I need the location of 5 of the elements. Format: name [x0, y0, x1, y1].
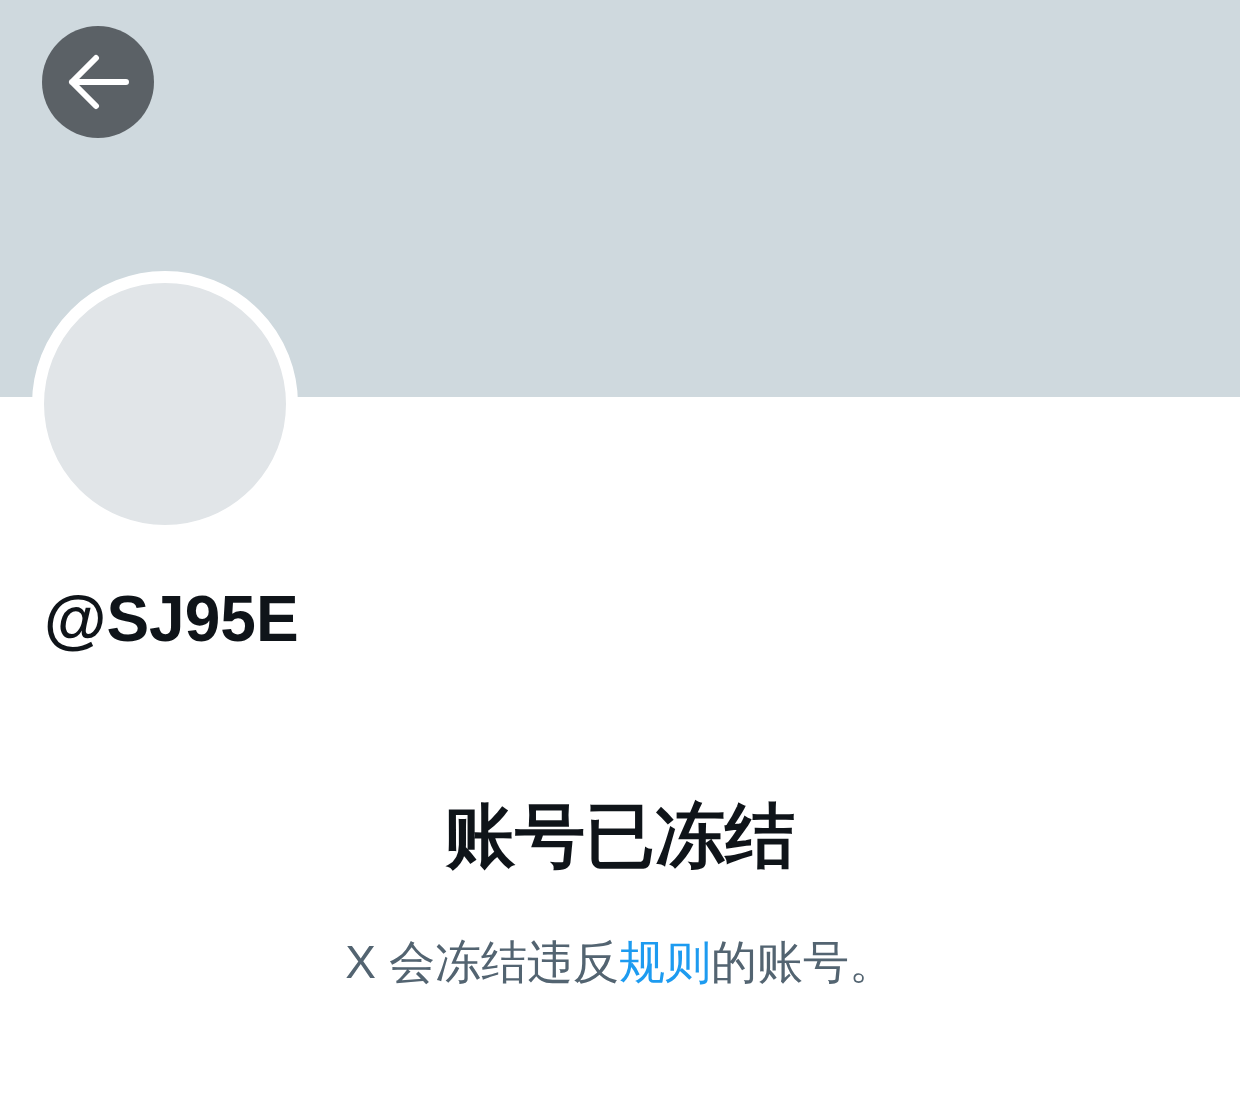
notice-message: X 会冻结违反规则的账号。 [345, 939, 895, 985]
username-handle: @SJ95E [44, 587, 300, 651]
back-arrow-icon [66, 54, 130, 110]
rules-link[interactable]: 规则 [618, 936, 711, 988]
notice-title: 账号已冻结 [445, 801, 795, 871]
